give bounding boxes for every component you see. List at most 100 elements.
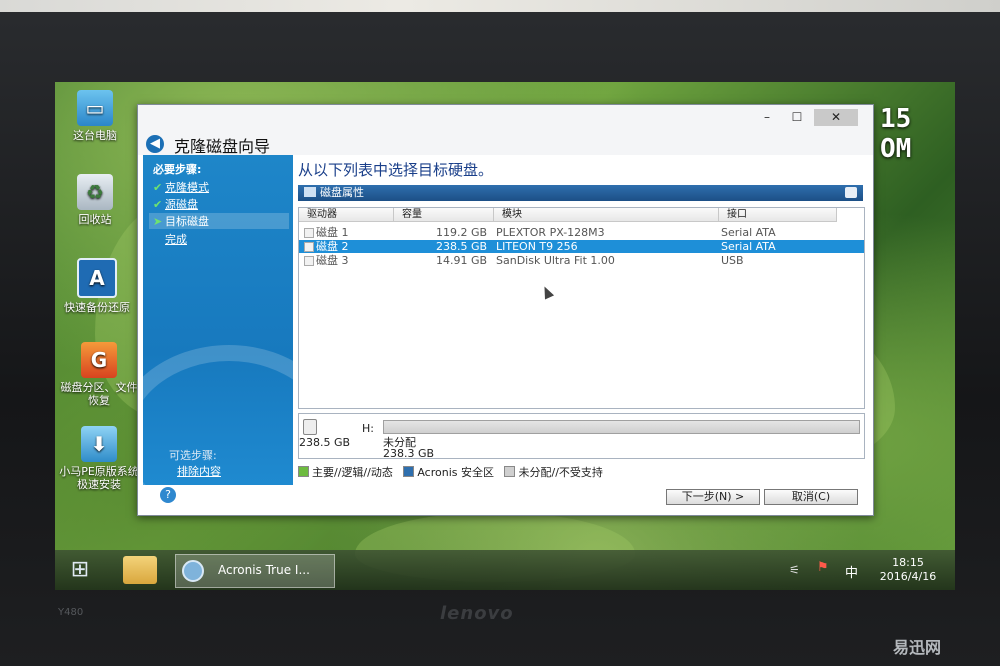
legend-label: 主要//逻辑//动态 <box>312 466 393 479</box>
taskbar: ⊞ Acronis True I... ⚟ ⚑ 中 18:15 2016/4/1… <box>55 550 955 590</box>
step-target-disk[interactable]: ➤ 目标磁盘 <box>149 213 289 229</box>
disk-properties-icon <box>304 187 316 197</box>
step-label: 目标磁盘 <box>165 215 209 228</box>
minimize-button[interactable]: – <box>754 109 780 126</box>
column-header-model[interactable]: 模块 <box>494 208 719 222</box>
desktop-screen: ▭ 这台电脑 ♻ 回收站 A 快速备份还原 G 磁盘分区、文件恢复 ⬇ 小马PE… <box>55 82 955 590</box>
cell-model: LITEON T9 256 <box>496 240 578 253</box>
cell-drive: 磁盘 3 <box>316 254 349 267</box>
lenovo-logo: lenovo <box>440 603 514 624</box>
next-button[interactable]: 下一步(N) > <box>666 489 760 505</box>
disk-size: 238.5 GB <box>299 436 351 449</box>
legend-swatch-primary <box>298 466 309 477</box>
desktop-icon-recycle-bin[interactable]: ♻ 回收站 <box>55 174 135 226</box>
cell-interface: USB <box>721 254 744 267</box>
desktop-icon-label: 快速备份还原 <box>64 301 130 314</box>
file-explorer-icon[interactable] <box>123 556 157 584</box>
main-instruction: 从以下列表中选择目标硬盘。 <box>298 161 494 179</box>
check-icon: ✔ <box>153 198 163 211</box>
cell-interface: Serial ATA <box>721 240 776 253</box>
desktop-icon-label: 回收站 <box>78 213 112 226</box>
current-step-arrow-icon: ➤ <box>153 215 163 228</box>
background-strip <box>0 0 1000 12</box>
dialog-title: 克隆磁盘向导 <box>174 137 271 156</box>
cancel-button[interactable]: 取消(C) <box>764 489 858 505</box>
disk-drive-icon <box>303 419 317 435</box>
input-method-indicator[interactable]: 中 <box>845 562 858 581</box>
row-checkbox[interactable] <box>304 242 314 252</box>
disk-layout-map: 238.5 GB H: 未分配 238.3 GB <box>298 413 865 460</box>
acronis-icon: A <box>77 258 117 298</box>
expand-panel-icon[interactable] <box>845 187 857 198</box>
desktop-icon-label: 这台电脑 <box>73 129 117 142</box>
legend-swatch-acronis <box>403 466 415 477</box>
back-arrow-icon[interactable]: ◀ <box>146 135 164 153</box>
row-checkbox[interactable] <box>304 256 314 266</box>
partition-size: 238.3 GB <box>383 447 435 460</box>
windows-start-icon[interactable]: ⊞ <box>67 558 93 582</box>
cell-drive: 磁盘 2 <box>316 240 349 253</box>
table-row[interactable]: 磁盘 3 14.91 GB SanDisk Ultra Fit 1.00 USB <box>299 254 864 267</box>
step-label: 源磁盘 <box>165 198 198 211</box>
tray-clock[interactable]: 18:15 2016/4/16 <box>873 556 943 584</box>
taskbar-app-label: Acronis True I... <box>218 563 310 577</box>
maximize-button[interactable]: ☐ <box>784 109 810 126</box>
cell-model: PLEXTOR PX-128M3 <box>496 226 605 239</box>
diskgenius-icon: G <box>81 342 117 378</box>
disk-properties-header[interactable]: 磁盘属性 <box>298 185 863 201</box>
acronis-app-icon <box>182 560 204 582</box>
wizard-sidebar: 必要步骤: ✔ 克隆模式 ✔ 源磁盘 ➤ 目标磁盘 完成 可选步骤: 排除内容 <box>143 155 293 485</box>
step-exclude-items[interactable]: 排除内容 <box>177 463 221 479</box>
help-icon[interactable]: ? <box>160 487 176 503</box>
step-label: 完成 <box>165 233 187 246</box>
step-source-disk[interactable]: ✔ 源磁盘 <box>153 196 198 212</box>
panel-header-label: 磁盘属性 <box>320 186 364 199</box>
disk-table: 驱动器 容量 模块 接口 磁盘 1 119.2 GB PLEXTOR PX-12… <box>298 207 865 409</box>
table-row[interactable]: 磁盘 1 119.2 GB PLEXTOR PX-128M3 Serial AT… <box>299 226 864 239</box>
recycle-bin-icon: ♻ <box>77 174 113 210</box>
partition-bar[interactable] <box>383 420 860 434</box>
tray-time: 18:15 <box>892 556 924 569</box>
cell-capacity: 14.91 GB <box>436 254 488 267</box>
desktop-icon-acronis-backup[interactable]: A 快速备份还原 <box>57 258 137 314</box>
laptop-model-label: Y480 <box>58 607 84 618</box>
cell-capacity: 238.5 GB <box>436 240 488 253</box>
desktop-icon-label: 小马PE原版系统极速安装 <box>59 465 139 491</box>
table-row[interactable]: 磁盘 2 238.5 GB LITEON T9 256 Serial ATA <box>299 240 864 253</box>
cell-interface: Serial ATA <box>721 226 776 239</box>
step-clone-mode[interactable]: ✔ 克隆模式 <box>153 179 209 195</box>
partition-legend: 主要//逻辑//动态 Acronis 安全区 未分配//不受支持 <box>298 464 603 480</box>
check-icon: ✔ <box>153 181 163 194</box>
close-button[interactable]: ✕ <box>814 109 858 126</box>
desktop-icon-label: 磁盘分区、文件恢复 <box>60 381 138 407</box>
desktop-icon-pe-installer[interactable]: ⬇ 小马PE原版系统极速安装 <box>59 426 139 491</box>
installer-icon: ⬇ <box>81 426 117 462</box>
desktop-icon-this-pc[interactable]: ▭ 这台电脑 <box>55 90 135 142</box>
row-checkbox[interactable] <box>304 228 314 238</box>
step-finish[interactable]: 完成 <box>153 231 187 247</box>
optional-steps-heading: 可选步骤: <box>169 449 217 462</box>
clone-disk-wizard-dialog: ◀ 克隆磁盘向导 – ☐ ✕ 必要步骤: ✔ 克隆模式 ✔ 源磁盘 ➤ 目标磁盘 完成… <box>137 104 874 516</box>
computer-icon: ▭ <box>77 90 113 126</box>
column-header-interface[interactable]: 接口 <box>719 208 837 222</box>
cell-drive: 磁盘 1 <box>316 226 349 239</box>
legend-swatch-unallocated <box>504 466 516 477</box>
column-header-capacity[interactable]: 容量 <box>394 208 494 222</box>
desktop-icon-diskgenius[interactable]: G 磁盘分区、文件恢复 <box>59 342 139 407</box>
step-label: 克隆模式 <box>165 181 209 194</box>
legend-label: 未分配//不受支持 <box>518 466 603 479</box>
partition-letter: H: <box>362 422 374 435</box>
tray-date: 2016/4/16 <box>879 570 937 583</box>
column-header-drive[interactable]: 驱动器 <box>299 208 394 222</box>
network-icon[interactable]: ⚟ <box>789 563 805 577</box>
required-steps-heading: 必要步骤: <box>153 163 202 176</box>
dialog-titlebar: ◀ 克隆磁盘向导 – ☐ ✕ <box>138 105 873 156</box>
cell-model: SanDisk Ultra Fit 1.00 <box>496 254 615 267</box>
watermark: 易迅网 <box>893 638 942 657</box>
desktop-clock-widget: 15 OM <box>880 104 912 164</box>
legend-label: Acronis 安全区 <box>417 466 494 479</box>
cell-capacity: 119.2 GB <box>436 226 488 239</box>
notification-flag-icon[interactable]: ⚑ <box>817 560 831 578</box>
mouse-cursor-icon <box>539 284 555 300</box>
taskbar-app-acronis[interactable]: Acronis True I... <box>175 554 335 588</box>
